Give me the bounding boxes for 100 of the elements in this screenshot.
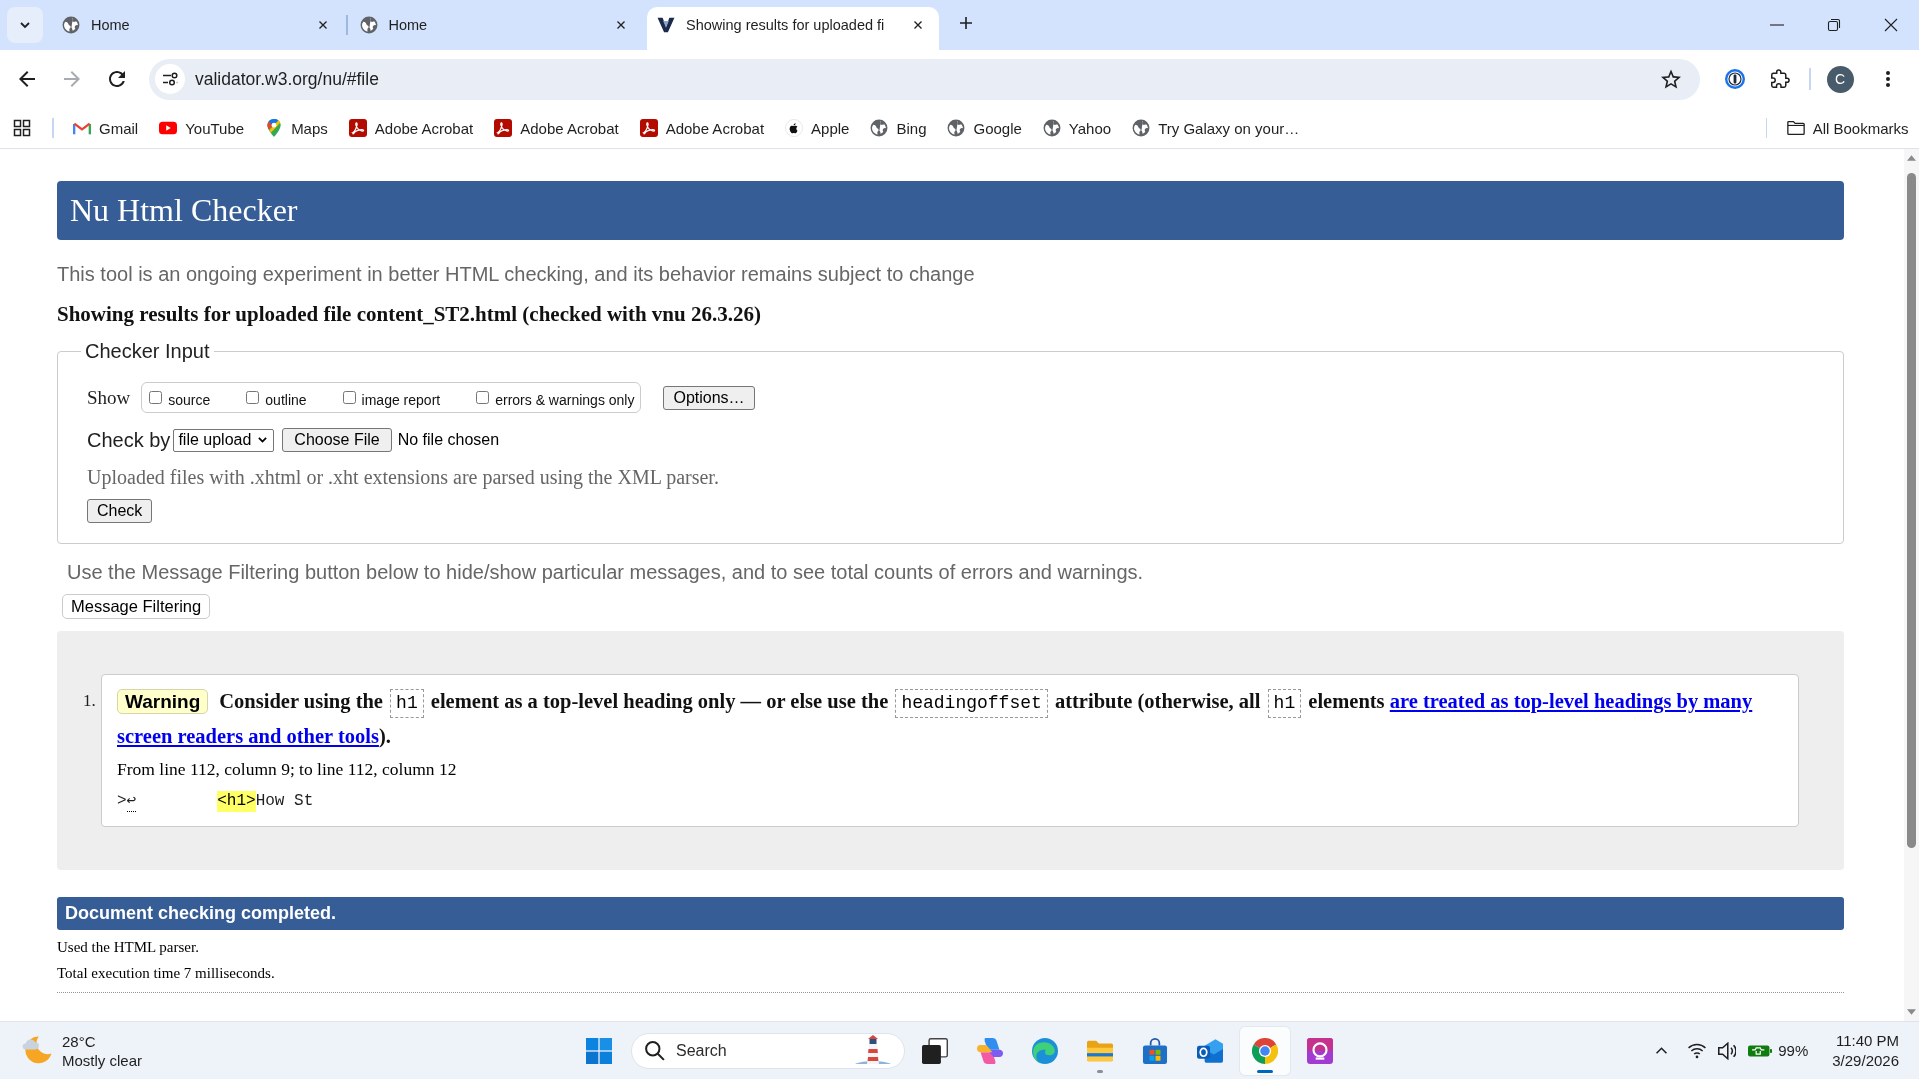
ring-tile-icon: [1307, 1037, 1333, 1064]
site-settings-icon[interactable]: [155, 64, 185, 94]
address-bar[interactable]: validator.w3.org/nu/#file: [149, 58, 1700, 100]
bookmark-item[interactable]: Apple: [774, 113, 860, 143]
code-term: headingoffset: [895, 689, 1048, 718]
puzzle-piece-icon: [1769, 68, 1791, 90]
bookmark-item[interactable]: Adobe Acrobat: [338, 113, 484, 143]
kebab-menu-icon: [1885, 71, 1890, 87]
options-button[interactable]: Options…: [663, 385, 755, 410]
shopping-bag-icon: [1142, 1037, 1168, 1064]
globe-icon: [947, 119, 966, 137]
chevron-down-icon: [258, 437, 268, 443]
parser-note: Uploaded files with .xhtml or .xht extensions are parsed using the XML parser.: [87, 466, 720, 488]
wifi-icon: [1688, 1041, 1707, 1060]
folder-icon: [1786, 119, 1805, 137]
message-filtering-button[interactable]: Message Filtering: [62, 594, 211, 619]
bookmark-item[interactable]: YouTube: [148, 113, 255, 143]
browser-tab[interactable]: Home: [52, 7, 344, 50]
bookmark-item[interactable]: Google: [937, 113, 1033, 143]
play-button-icon: [159, 119, 178, 137]
completion-detail: Used the HTML parser.: [57, 938, 200, 957]
speaker-icon: [1718, 1041, 1737, 1060]
bookmark-item[interactable]: Adobe Acrobat: [483, 113, 630, 143]
search-icon: [645, 1040, 665, 1061]
apple-icon: [785, 119, 804, 137]
bookmark-item[interactable]: Maps: [254, 113, 339, 143]
scrollbar-thumb[interactable]: [1907, 173, 1916, 848]
weather-widget[interactable]: 28°C Mostly clear: [22, 1031, 143, 1070]
globe-icon: [62, 15, 80, 34]
plus-icon: [959, 16, 973, 30]
filter-hint-text: Use the Message Filtering button below to hide/show particular messages, and to see total counts of errors and warnings.: [67, 561, 1145, 584]
reload-icon: [109, 71, 125, 87]
four-squares-icon: [586, 1037, 612, 1064]
check-by-select[interactable]: file upload: [173, 428, 275, 452]
panel-legend: Checker Input: [81, 340, 214, 363]
wave-circle-icon: [1032, 1037, 1058, 1064]
text-link[interactable]: are treated as top-level headings by many: [1389, 690, 1753, 712]
scroll-down-arrow-icon[interactable]: [1907, 1009, 1916, 1015]
pdf-file-icon: [639, 119, 658, 137]
bookmark-item[interactable]: Yahoo: [1032, 113, 1122, 143]
bookmark-item[interactable]: Adobe Acrobat: [629, 113, 775, 143]
bookmark-item[interactable]: Bing: [859, 113, 937, 143]
checkbox[interactable]: [476, 391, 490, 404]
check-by-label: Check by: [87, 428, 171, 452]
envelope-icon: [1197, 1037, 1223, 1064]
choose-file-button[interactable]: Choose File: [282, 428, 392, 452]
swirl-logo-icon: [977, 1037, 1003, 1064]
globe-icon: [1042, 119, 1061, 137]
message-text: Warning Consider using the h1 element as a top-level heading only — or else use the headingoffset attribute (otherwise, all h1 elements are treated as top-level headings by many screen readers and other tools).: [117, 688, 1754, 749]
list-number: 1.: [83, 690, 97, 712]
all-bookmarks-button[interactable]: All Bookmarks: [1776, 113, 1919, 143]
restore-icon: [1826, 18, 1841, 32]
checkbox-label[interactable]: source: [168, 387, 211, 408]
chevron-down-icon: [19, 19, 31, 31]
checkbox[interactable]: [149, 391, 163, 404]
checkbox-label[interactable]: errors & warnings only: [495, 387, 635, 408]
check-button[interactable]: Check: [87, 499, 153, 523]
globe-icon: [359, 15, 378, 34]
v-shape-icon: [657, 15, 675, 34]
show-label: Show: [87, 386, 131, 409]
battery-charging-icon: [1748, 1044, 1773, 1057]
file-status-text: No file chosen: [397, 431, 500, 449]
back-arrow-icon: [19, 71, 35, 87]
browser-tab[interactable]: Showing results for uploaded fi: [647, 7, 939, 50]
browser-tab[interactable]: Home: [349, 7, 642, 50]
lighthouse-icon: [855, 1034, 891, 1064]
forward-arrow-icon: [64, 71, 80, 87]
completion-detail: Total execution time 7 milliseconds.: [57, 964, 276, 983]
scroll-up-arrow-icon[interactable]: [1907, 155, 1916, 161]
checkbox-label[interactable]: image report: [361, 387, 441, 408]
close-icon: [1883, 18, 1898, 32]
location-text: From line 112, column 9; to line 112, column 12: [117, 759, 458, 780]
text-link[interactable]: screen readers and other tools: [117, 725, 379, 747]
taskbar-search-field[interactable]: Search: [631, 1032, 905, 1069]
keyhole-ring-icon: [1724, 68, 1746, 90]
code-extract: >↩ <h1>How St: [117, 791, 315, 812]
checkbox-label[interactable]: outline: [265, 387, 307, 408]
page-title: Nu Html Checker: [70, 192, 298, 229]
pdf-file-icon: [348, 119, 367, 137]
star-icon[interactable]: [1661, 69, 1681, 89]
completion-title: Document checking completed.: [65, 903, 337, 924]
tricolor-circle-icon: [1252, 1037, 1278, 1064]
bookmark-item[interactable]: Gmail: [62, 113, 149, 143]
overlapping-squares-icon: [922, 1037, 948, 1064]
checkbox[interactable]: [246, 391, 260, 404]
code-term: h1: [390, 689, 424, 718]
message-type-badge: Warning: [117, 689, 209, 714]
chevron-up-icon: [1655, 1047, 1667, 1054]
checkbox[interactable]: [342, 391, 356, 404]
map-pin-icon: [265, 119, 284, 137]
code-term: h1: [1267, 689, 1302, 718]
profile-avatar-button[interactable]: C: [1826, 65, 1854, 93]
bookmark-item[interactable]: Try Galaxy on your…: [1121, 113, 1310, 143]
moon-cloud-icon: [22, 1036, 52, 1065]
results-heading: Showing results for uploaded file content_ST2.html (checked with vnu 26.3.26): [57, 302, 762, 326]
minimize-icon: [1769, 24, 1784, 26]
clock-button[interactable]: 11:40 PM 3/29/2026: [1820, 1030, 1899, 1071]
grid-icon: [13, 119, 31, 137]
globe-icon: [870, 119, 889, 137]
system-status-button[interactable]: 99%: [1682, 1030, 1815, 1071]
